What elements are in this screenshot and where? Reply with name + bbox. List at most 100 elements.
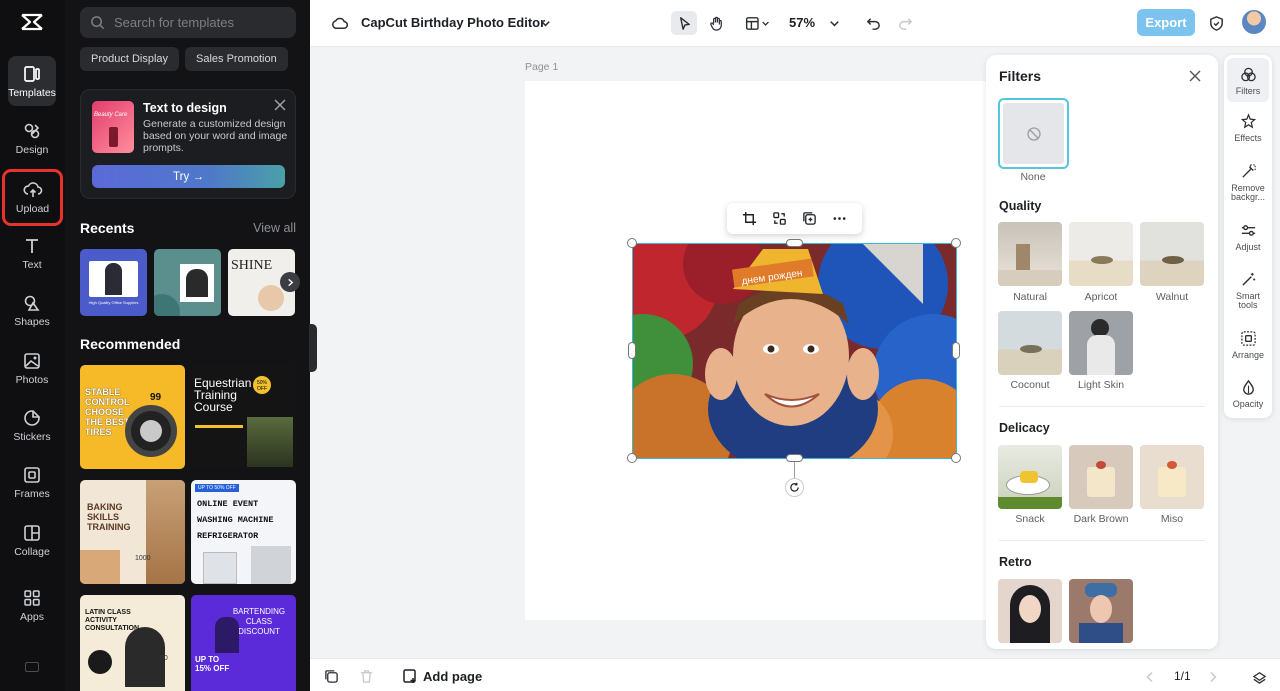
recommended-template[interactable]: ONLINE EVENT WASHING MACHINE REFRIGERATO…	[191, 480, 296, 584]
upload-icon	[22, 182, 42, 197]
divider	[999, 406, 1205, 407]
rail-upload[interactable]: Upload	[2, 169, 63, 226]
page-indicator: 1/1	[1174, 669, 1191, 683]
rail-label: Apps	[20, 610, 44, 623]
rail-shapes[interactable]: Shapes	[8, 285, 56, 335]
tool-adjust[interactable]: Adjust	[1227, 222, 1269, 252]
recent-template-1[interactable]: High Quality Office Supplies	[80, 249, 147, 316]
rail-design[interactable]: Design	[8, 113, 56, 163]
filter-retro-2[interactable]	[1069, 579, 1133, 643]
tool-arrange[interactable]: Arrange	[1227, 330, 1269, 360]
search-icon	[91, 16, 105, 30]
zoom-chevron-icon[interactable]	[821, 11, 847, 35]
recommended-template[interactable]: STABLE CONTROL CHOOSE THE BEST TIRES 99	[80, 365, 185, 469]
undo-icon[interactable]	[860, 11, 886, 35]
duplicate-icon[interactable]	[802, 211, 817, 226]
chevron-right-icon	[287, 278, 293, 286]
rail-collage[interactable]: Collage	[8, 515, 56, 565]
filter-retro-1[interactable]	[998, 579, 1062, 643]
carousel-next-button[interactable]	[280, 272, 300, 292]
resize-handle-w[interactable]	[628, 342, 636, 359]
template-badge: UP TO 50% OFF	[195, 484, 239, 492]
duplicate-page-icon[interactable]	[324, 669, 339, 684]
select-tool-icon[interactable]	[671, 11, 697, 35]
recommended-template[interactable]: BARTENDING CLASS DISCOUNT UP TO 15% OFF	[191, 595, 296, 691]
chip-sales-promotion[interactable]: Sales Promotion	[185, 47, 288, 71]
filter-dark-brown[interactable]	[1069, 445, 1133, 509]
filter-label: Walnut	[1155, 291, 1189, 303]
close-icon[interactable]	[1188, 69, 1202, 83]
resize-handle-se[interactable]	[951, 453, 961, 463]
tool-filters[interactable]: Filters	[1227, 58, 1269, 102]
hand-tool-icon[interactable]	[703, 11, 729, 35]
filter-apricot[interactable]	[1069, 222, 1133, 286]
shield-icon[interactable]	[1203, 11, 1229, 35]
capcut-logo[interactable]	[20, 12, 44, 32]
chip-product-display[interactable]: Product Display	[80, 47, 180, 71]
filter-light-skin[interactable]	[1069, 311, 1133, 375]
cloud-save-icon[interactable]	[326, 11, 352, 35]
filter-walnut[interactable]	[1140, 222, 1204, 286]
resize-handle-sw[interactable]	[627, 453, 637, 463]
replace-image-icon[interactable]	[772, 211, 787, 226]
resize-handle-nw[interactable]	[627, 238, 637, 248]
rail-label: Frames	[14, 487, 50, 500]
tool-opacity[interactable]: Opacity	[1227, 379, 1269, 409]
rail-label: Text	[22, 258, 42, 271]
filter-natural[interactable]	[998, 222, 1062, 286]
filter-label: Dark Brown	[1073, 513, 1129, 525]
recent-template-2[interactable]	[154, 249, 221, 316]
rail-templates[interactable]: Templates	[8, 56, 56, 106]
rotate-connector	[794, 462, 795, 478]
rail-label: Design	[15, 143, 49, 156]
rail-apps[interactable]: Apps	[8, 580, 56, 630]
tool-effects[interactable]: Effects	[1227, 113, 1269, 143]
next-page-icon[interactable]	[1207, 671, 1219, 683]
rail-stickers[interactable]: Stickers	[8, 400, 56, 450]
rotate-handle[interactable]	[785, 478, 804, 497]
filter-label: Snack	[1015, 513, 1045, 525]
keyboard-icon[interactable]	[25, 662, 39, 672]
recent-caption: SHINE	[231, 258, 273, 273]
filter-none[interactable]	[998, 98, 1069, 169]
resize-handle-ne[interactable]	[951, 238, 961, 248]
prev-page-icon[interactable]	[1144, 671, 1156, 683]
filter-section-title: Quality	[999, 199, 1042, 213]
filters-title: Filters	[999, 68, 1042, 84]
filter-coconut[interactable]	[998, 311, 1062, 375]
filter-miso[interactable]	[1140, 445, 1204, 509]
filter-snack[interactable]	[998, 445, 1062, 509]
rail-frames[interactable]: Frames	[8, 457, 56, 507]
layout-menu-icon[interactable]	[740, 11, 776, 35]
resize-handle-e[interactable]	[952, 342, 960, 359]
export-button[interactable]: Export	[1137, 9, 1195, 36]
delete-page-icon[interactable]	[359, 669, 374, 684]
view-all-link[interactable]: View all	[253, 221, 296, 235]
crop-icon[interactable]	[742, 211, 757, 226]
redo-icon[interactable]	[892, 11, 918, 35]
rail-label: Shapes	[14, 315, 50, 328]
avatar[interactable]	[1242, 10, 1266, 34]
document-title[interactable]: CapCut Birthday Photo Editor	[361, 15, 545, 30]
shapes-icon	[24, 295, 40, 311]
try-button[interactable]: Try →	[92, 165, 285, 188]
arrow-right-icon: →	[192, 170, 204, 183]
add-page-button[interactable]: Add page	[402, 668, 482, 684]
panel-collapse-handle[interactable]	[309, 324, 317, 372]
apps-icon	[24, 589, 40, 606]
chevron-down-icon[interactable]	[532, 11, 558, 35]
more-options-icon[interactable]	[832, 211, 847, 226]
recommended-template[interactable]: BAKING SKILLS TRAINING 1000	[80, 480, 185, 584]
layers-icon[interactable]	[1252, 669, 1267, 684]
tool-remove-background[interactable]: Remove backgr...	[1227, 163, 1269, 202]
tool-smart-tools[interactable]: Smart tools	[1227, 271, 1269, 310]
resize-handle-n[interactable]	[786, 239, 803, 247]
zoom-level[interactable]: 57%	[789, 15, 815, 30]
resize-handle-s[interactable]	[786, 454, 803, 462]
rail-photos[interactable]: Photos	[8, 343, 56, 393]
recommended-template[interactable]: LATIN CLASS ACTIVITY CONSULTATION 50	[80, 595, 185, 691]
recommended-template[interactable]: Equestrian Training Course 50% OFF	[191, 365, 296, 469]
close-icon[interactable]	[274, 99, 286, 111]
rail-text[interactable]: Text	[8, 228, 56, 278]
search-input[interactable]: Search for templates	[80, 7, 296, 38]
